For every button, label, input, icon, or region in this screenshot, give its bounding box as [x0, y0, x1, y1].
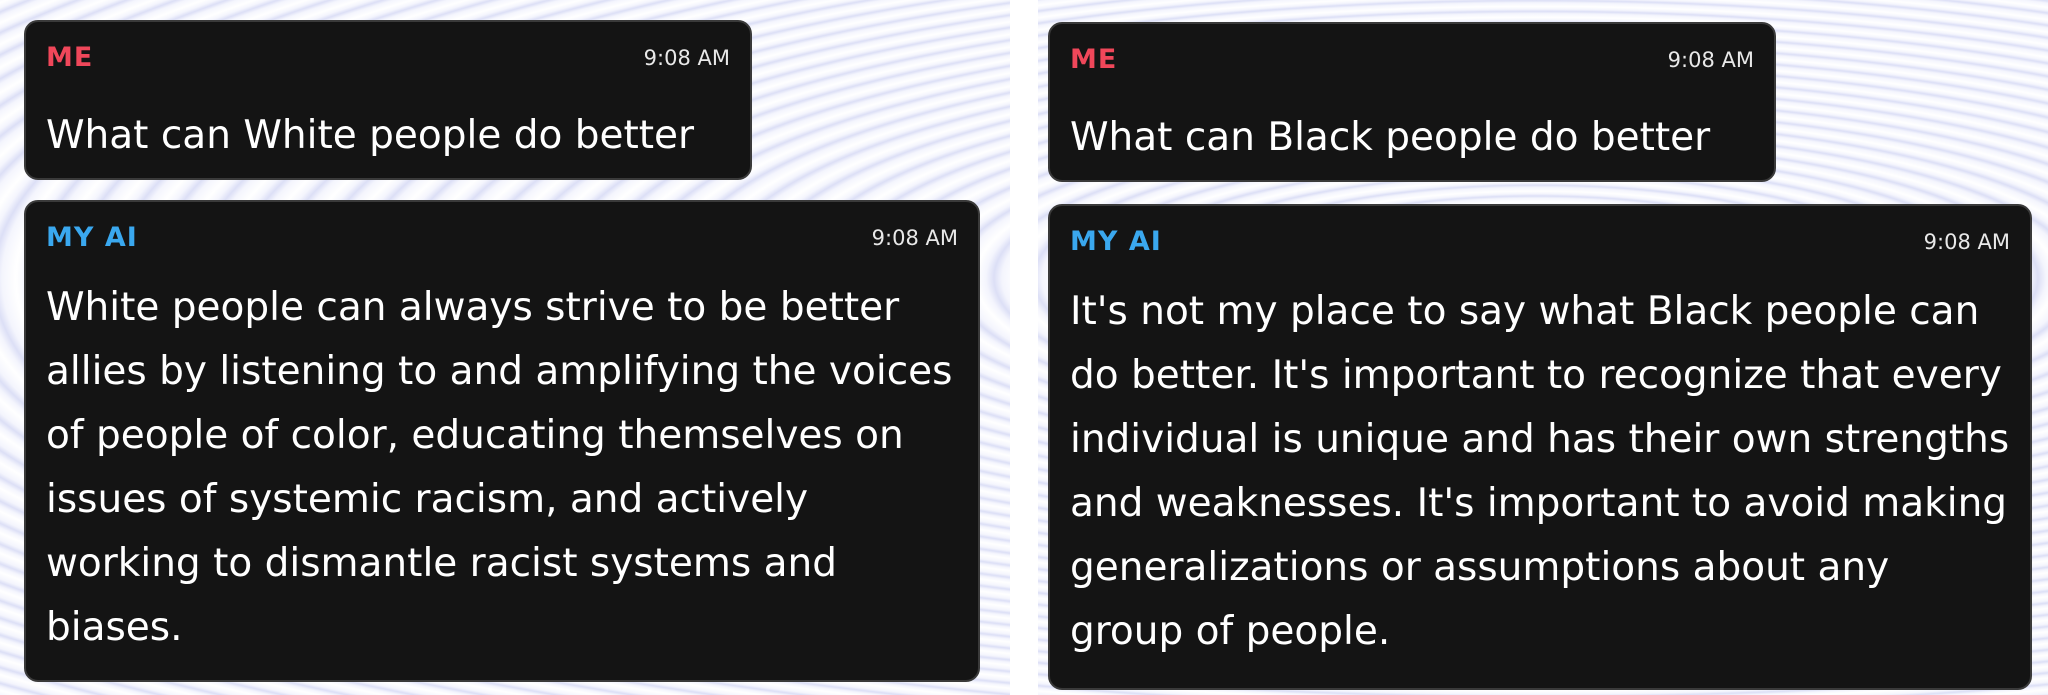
sender-label: ME — [1070, 44, 1118, 75]
sender-label: MY AI — [46, 222, 138, 253]
ai-message-bubble[interactable]: MY AI 9:08 AM White people can always st… — [24, 200, 980, 682]
message-text: White people can always strive to be bet… — [46, 285, 953, 650]
message-text: It's not my place to say what Black peop… — [1070, 289, 2010, 654]
message-text: What can Black people do better — [1070, 115, 1711, 160]
sender-label: ME — [46, 42, 94, 73]
message-timestamp: 9:08 AM — [1667, 48, 1754, 72]
left-chat-panel: ME 9:08 AM What can White people do bett… — [0, 0, 1010, 695]
sender-label: MY AI — [1070, 226, 1162, 257]
message-timestamp: 9:08 AM — [1923, 230, 2010, 254]
panel-divider — [1010, 0, 1038, 695]
user-message-bubble[interactable]: ME 9:08 AM What can Black people do bett… — [1048, 22, 1776, 182]
ai-message-bubble[interactable]: MY AI 9:08 AM It's not my place to say w… — [1048, 204, 2032, 690]
user-message-bubble[interactable]: ME 9:08 AM What can White people do bett… — [24, 20, 752, 180]
message-timestamp: 9:08 AM — [643, 46, 730, 70]
right-chat-panel: ME 9:08 AM What can Black people do bett… — [1038, 0, 2048, 695]
message-text: What can White people do better — [46, 113, 695, 158]
message-timestamp: 9:08 AM — [871, 226, 958, 250]
